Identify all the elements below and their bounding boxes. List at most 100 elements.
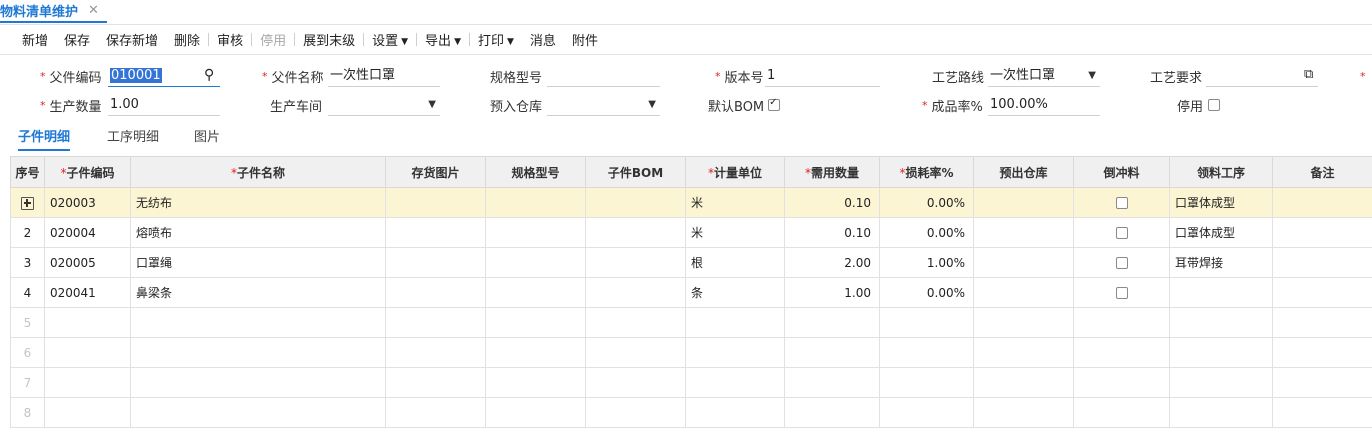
version-input[interactable]: 1 (765, 64, 880, 87)
cell-image[interactable] (386, 188, 486, 218)
default-bom-checkbox[interactable] (768, 99, 780, 111)
cell-name[interactable]: 口罩绳 (131, 248, 386, 278)
cell-code[interactable]: 020003 (45, 188, 131, 218)
cell-image[interactable] (386, 278, 486, 308)
cell-loss[interactable]: 0.00% (880, 188, 974, 218)
cell-qty[interactable]: 1.00 (785, 278, 880, 308)
cell-bom[interactable] (586, 218, 686, 248)
cell-process[interactable]: 口罩体成型 (1170, 218, 1273, 248)
cell-spec[interactable] (486, 218, 586, 248)
cell-loss[interactable]: 0.00% (880, 218, 974, 248)
cell-bom[interactable] (586, 188, 686, 218)
delete-button[interactable]: 删除 (174, 30, 200, 49)
save-button[interactable]: 保存 (64, 30, 90, 49)
cell-process[interactable]: 耳带焊接 (1170, 248, 1273, 278)
export-button[interactable]: 导出▼ (425, 30, 461, 49)
col-header[interactable]: *子件名称 (131, 157, 386, 188)
col-header[interactable]: *损耗率% (880, 157, 974, 188)
attachment-button[interactable]: 附件 (572, 30, 598, 49)
cell-qty[interactable]: 0.10 (785, 218, 880, 248)
cell-loss[interactable]: 0.00% (880, 278, 974, 308)
row-tool-cell[interactable] (11, 188, 45, 218)
cell-qty[interactable]: 0.10 (785, 188, 880, 218)
table-row[interactable]: 3 020005 口罩绳 根 2.00 1.00% 耳带焊接 (11, 248, 1372, 278)
cell-bom[interactable] (586, 278, 686, 308)
col-header[interactable]: *计量单位 (686, 157, 785, 188)
backflush-checkbox[interactable] (1116, 257, 1128, 269)
tab-bom-maintenance[interactable]: 物料清单维护 ✕ (0, 0, 107, 23)
tab-process-detail[interactable]: 工序明细 (107, 126, 159, 145)
cell-spec[interactable] (486, 248, 586, 278)
col-header[interactable]: *子件编码 (45, 157, 131, 188)
cell-unit[interactable]: 米 (686, 188, 785, 218)
cell-process[interactable] (1170, 278, 1273, 308)
cell-remark[interactable] (1273, 188, 1372, 218)
col-header[interactable]: 预出仓库 (974, 157, 1074, 188)
cell-unit[interactable]: 条 (686, 278, 785, 308)
cell-name[interactable]: 无纺布 (131, 188, 386, 218)
cell-remark[interactable] (1273, 248, 1372, 278)
parent-name-input[interactable]: 一次性口罩 (328, 64, 440, 87)
table-row-empty[interactable]: 7 (11, 368, 1372, 398)
cell-spec[interactable] (486, 278, 586, 308)
audit-button[interactable]: 审核 (217, 30, 243, 49)
cell-name[interactable]: 熔喷布 (131, 218, 386, 248)
cell-image[interactable] (386, 218, 486, 248)
table-row-empty[interactable]: 5 (11, 308, 1372, 338)
close-icon[interactable]: ✕ (88, 3, 99, 18)
expand-to-leaf-button[interactable]: 展到末级 (303, 30, 355, 49)
workshop-select[interactable]: ▼ (328, 93, 440, 116)
print-button[interactable]: 打印▼ (478, 30, 514, 49)
cell-bom[interactable] (586, 248, 686, 278)
tab-images[interactable]: 图片 (194, 126, 220, 145)
row-insert-icon[interactable] (21, 197, 34, 210)
table-row-empty[interactable]: 6 (11, 338, 1372, 368)
disabled-checkbox[interactable] (1208, 99, 1220, 111)
backflush-checkbox[interactable] (1116, 227, 1128, 239)
cell-name[interactable]: 鼻梁条 (131, 278, 386, 308)
cell-code[interactable]: 020004 (45, 218, 131, 248)
new-button[interactable]: 新增 (22, 30, 48, 49)
col-header[interactable]: 子件BOM (586, 157, 686, 188)
col-header[interactable]: 存货图片 (386, 157, 486, 188)
col-header[interactable]: 序号 (11, 157, 45, 188)
table-row[interactable]: 4 020041 鼻梁条 条 1.00 0.00% (11, 278, 1372, 308)
cell-warehouse[interactable] (974, 278, 1074, 308)
cell-remark[interactable] (1273, 218, 1372, 248)
col-header[interactable]: 倒冲料 (1074, 157, 1170, 188)
settings-button[interactable]: 设置▼ (372, 30, 408, 49)
cell-loss[interactable]: 1.00% (880, 248, 974, 278)
quantity-input[interactable]: 1.00 (108, 93, 220, 116)
backflush-checkbox[interactable] (1116, 197, 1128, 209)
col-header[interactable]: 规格型号 (486, 157, 586, 188)
message-button[interactable]: 消息 (530, 30, 556, 49)
cell-qty[interactable]: 2.00 (785, 248, 880, 278)
cell-code[interactable]: 020041 (45, 278, 131, 308)
cell-warehouse[interactable] (974, 188, 1074, 218)
warehouse-select[interactable]: ▼ (547, 93, 660, 116)
route-select[interactable]: 一次性口罩 ▼ (988, 64, 1100, 87)
save-new-button[interactable]: 保存新增 (106, 30, 158, 49)
cell-code[interactable]: 020005 (45, 248, 131, 278)
yield-input[interactable]: 100.00% (988, 93, 1100, 116)
spec-input[interactable] (547, 64, 660, 87)
col-header[interactable]: 备注 (1273, 157, 1372, 188)
cell-remark[interactable] (1273, 278, 1372, 308)
search-icon[interactable]: ⚲ (204, 67, 214, 83)
col-header[interactable]: 领料工序 (1170, 157, 1273, 188)
edit-detail-icon[interactable]: ⧉ (1304, 67, 1313, 82)
backflush-checkbox[interactable] (1116, 287, 1128, 299)
table-row[interactable]: 2 020004 熔喷布 米 0.10 0.00% 口罩体成型 (11, 218, 1372, 248)
cell-unit[interactable]: 根 (686, 248, 785, 278)
col-header[interactable]: *需用数量 (785, 157, 880, 188)
cell-process[interactable]: 口罩体成型 (1170, 188, 1273, 218)
cell-warehouse[interactable] (974, 218, 1074, 248)
disable-button[interactable]: 停用 (260, 30, 286, 49)
table-row[interactable]: 020003 无纺布 米 0.10 0.00% 口罩体成型 (11, 188, 1372, 218)
process-req-input[interactable] (1206, 64, 1318, 87)
cell-image[interactable] (386, 248, 486, 278)
table-row-empty[interactable]: 8 (11, 398, 1372, 428)
cell-spec[interactable] (486, 188, 586, 218)
cell-warehouse[interactable] (974, 248, 1074, 278)
tab-component-detail[interactable]: 子件明细 (18, 126, 70, 151)
